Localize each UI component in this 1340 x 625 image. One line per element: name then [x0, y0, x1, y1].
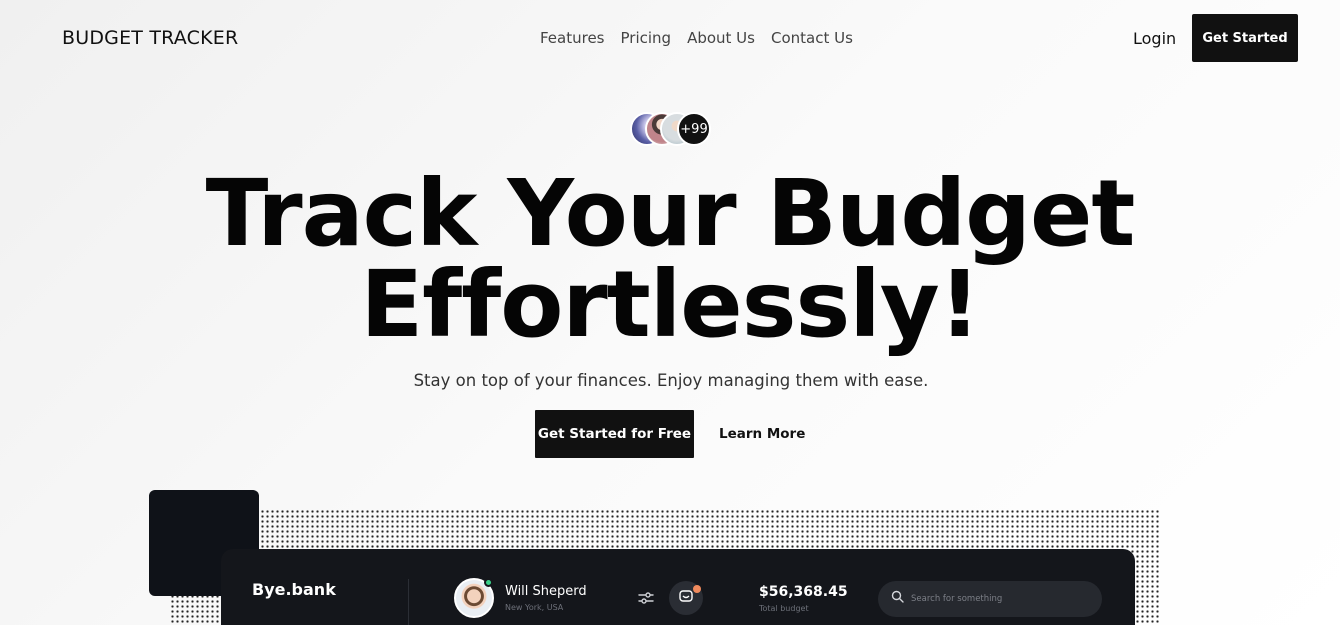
nav-link-about-us[interactable]: About Us: [687, 29, 755, 47]
online-status-dot: [484, 578, 493, 587]
hero-subtitle: Stay on top of your finances. Enjoy mana…: [413, 371, 929, 390]
login-link[interactable]: Login: [1133, 29, 1176, 48]
top-nav: BUDGET TRACKER Features Pricing About Us…: [0, 0, 1340, 78]
brand-logo[interactable]: BUDGET TRACKER: [62, 27, 238, 49]
user-avatar-stack: +99: [630, 112, 720, 148]
dashboard-preview: Bye.bank Will Sheperd New York, USA $56,…: [221, 549, 1135, 625]
total-budget-label: Total budget: [759, 604, 809, 613]
get-started-free-button[interactable]: Get Started for Free: [535, 410, 694, 458]
get-started-button[interactable]: Get Started: [1192, 14, 1298, 62]
nav-link-contact-us[interactable]: Contact Us: [771, 29, 853, 47]
nav-link-pricing[interactable]: Pricing: [621, 29, 672, 47]
user-location: New York, USA: [505, 603, 564, 612]
avatar-count-badge: +99: [677, 112, 711, 146]
filter-icon[interactable]: [637, 589, 655, 607]
wallet-icon: [678, 588, 694, 609]
hero-title-line-2: Effortlessly!: [360, 251, 980, 358]
search-icon: [891, 590, 904, 608]
nav-link-features[interactable]: Features: [540, 29, 605, 47]
total-budget-amount: $56,368.45: [759, 584, 848, 600]
learn-more-link[interactable]: Learn More: [719, 426, 805, 442]
divider: [408, 579, 409, 625]
notification-dot: [693, 585, 701, 593]
nav-links: Features Pricing About Us Contact Us: [540, 29, 853, 47]
wallet-button[interactable]: [669, 581, 703, 615]
hero-title: Track Your Budget Effortlessly!: [0, 168, 1340, 351]
search-input[interactable]: [911, 594, 1091, 604]
user-name: Will Sheperd: [505, 584, 587, 599]
dashboard-brand: Bye.bank: [252, 580, 336, 599]
search-bar[interactable]: [878, 581, 1102, 617]
